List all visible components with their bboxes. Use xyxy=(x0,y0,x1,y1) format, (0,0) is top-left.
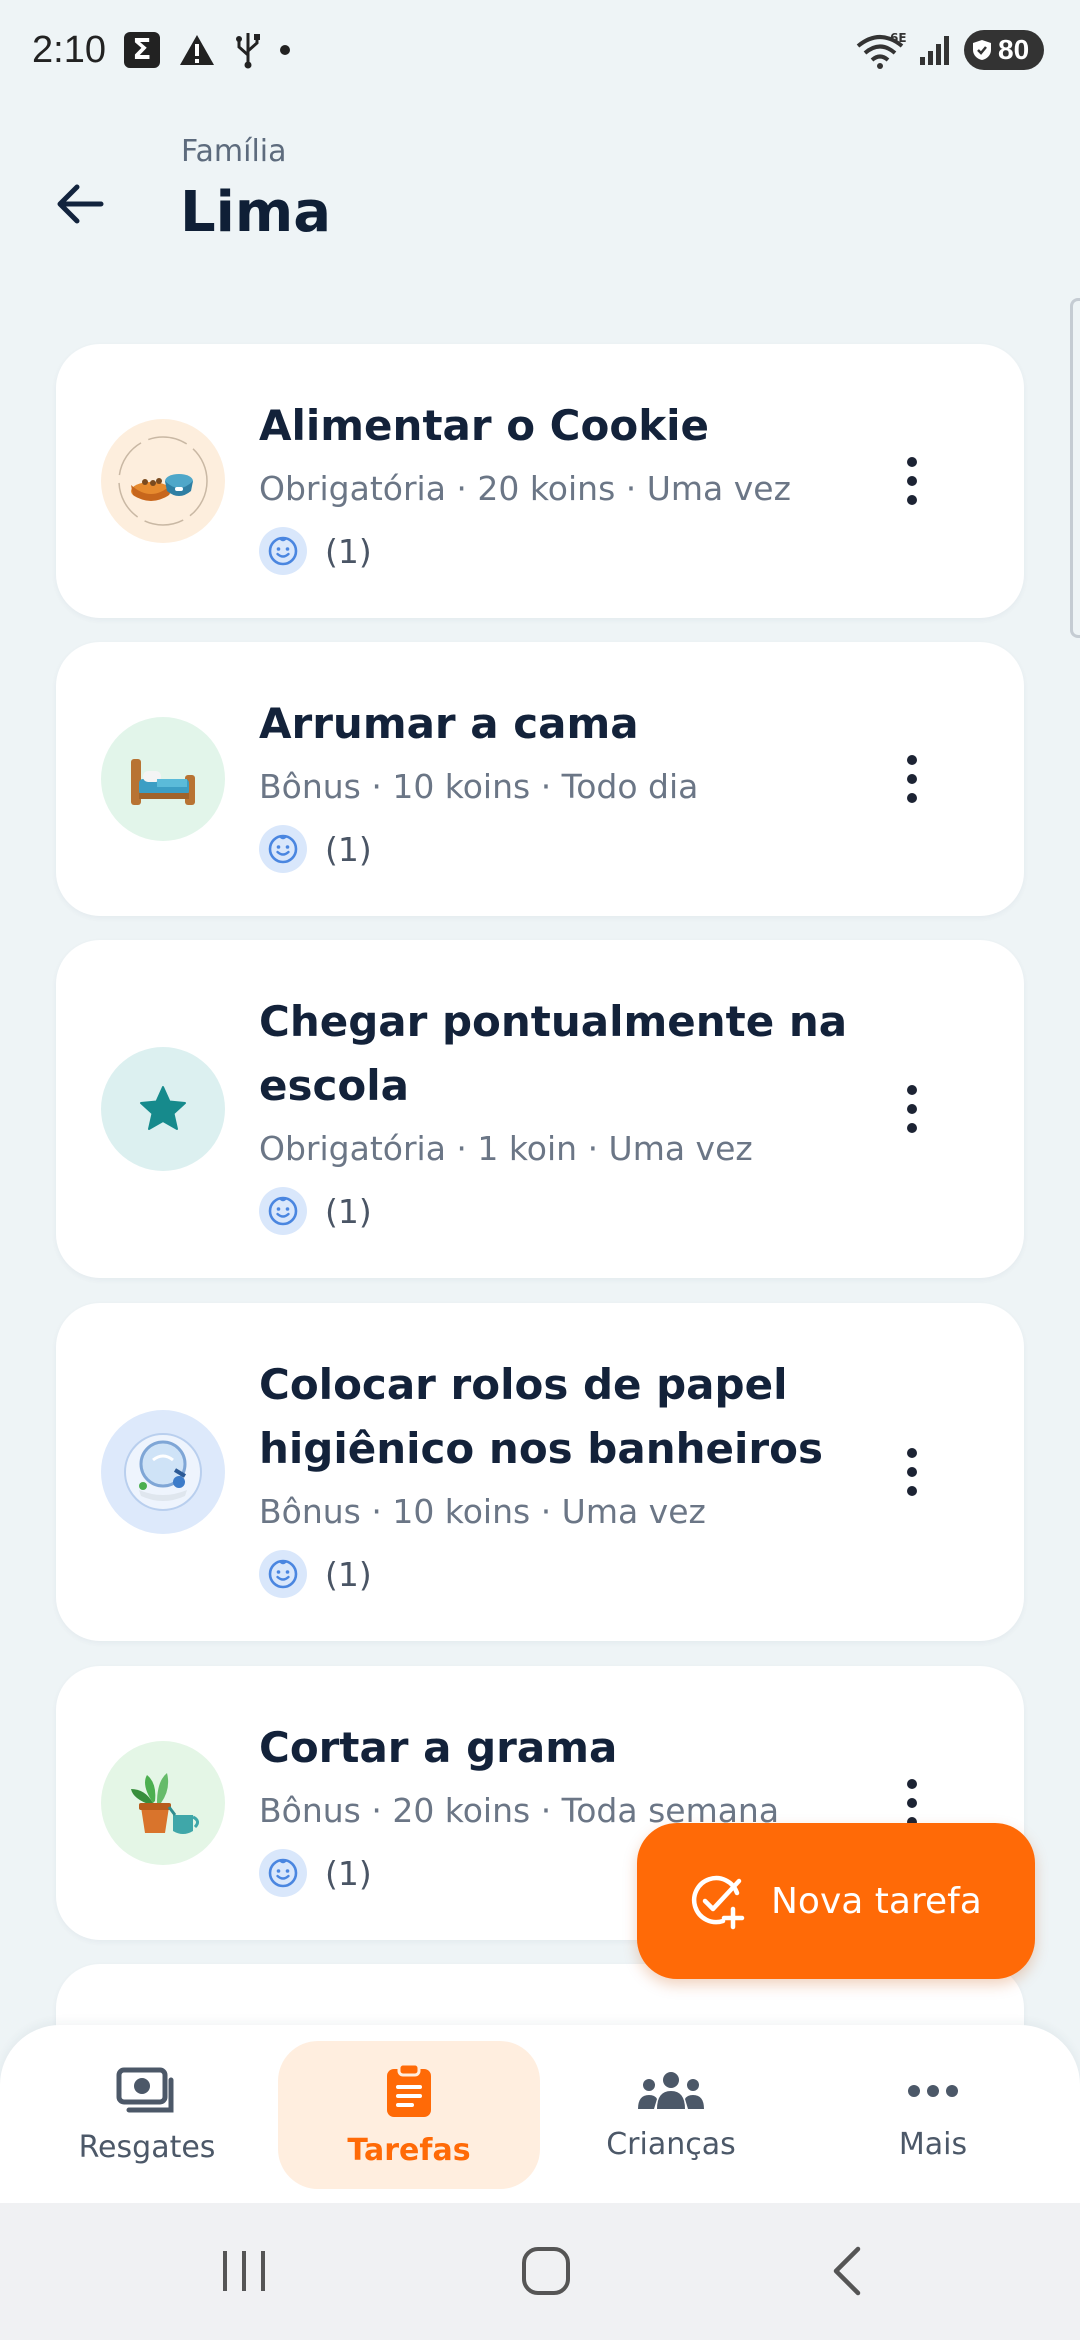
home-icon[interactable] xyxy=(506,2241,586,2301)
new-task-button[interactable]: Nova tarefa xyxy=(637,1823,1035,1979)
system-back-icon[interactable] xyxy=(808,2241,888,2301)
task-title: Alimentar o Cookie xyxy=(259,401,710,450)
task-meta: Obrigatória · 20 koins · Uma vez xyxy=(259,469,791,508)
task-title: Cortar a grama xyxy=(259,1723,618,1772)
star-icon xyxy=(101,1047,225,1171)
svg-text:6E: 6E xyxy=(890,31,907,45)
task-card[interactable]: Chegar pontualmente na escola Obrigatóri… xyxy=(56,940,1024,1278)
task-title: Arrumar a cama xyxy=(259,699,639,748)
children-count: (1) xyxy=(325,1853,372,1893)
page-header: Família Lima xyxy=(0,120,1080,280)
children-count: (1) xyxy=(325,1191,372,1231)
task-meta: Bônus · 10 koins · Todo dia xyxy=(259,767,699,806)
plant-icon xyxy=(101,1741,225,1865)
status-bar: 2:10 Σ 6E 80 xyxy=(0,0,1080,100)
battery-level: 80 xyxy=(998,34,1030,65)
battery-indicator: 80 xyxy=(964,30,1044,70)
recent-apps-icon[interactable] xyxy=(204,2241,284,2301)
shield-icon xyxy=(973,40,991,60)
nav-label: Tarefas xyxy=(347,2132,471,2168)
children-count: (1) xyxy=(325,1554,372,1594)
notification-dot-icon xyxy=(279,45,290,55)
nav-label: Mais xyxy=(898,2126,968,2162)
children-icon xyxy=(638,2071,704,2109)
more-vertical-icon[interactable] xyxy=(890,441,934,521)
nav-label: Crianças xyxy=(606,2126,736,2162)
task-meta: Obrigatória · 1 koin · Uma vez xyxy=(259,1129,753,1168)
bed-icon xyxy=(101,717,225,841)
back-button[interactable] xyxy=(40,164,120,244)
nav-item-mais[interactable]: Mais xyxy=(802,2041,1064,2189)
assigned-children: (1) xyxy=(259,520,879,582)
task-card[interactable]: Colocar rolos de papel higiênico nos ban… xyxy=(56,1303,1024,1641)
bathroom-icon xyxy=(101,1410,225,1534)
nav-item-resgates[interactable]: Resgates xyxy=(16,2041,278,2189)
child-face-icon xyxy=(259,825,307,873)
more-vertical-icon[interactable] xyxy=(890,739,934,819)
task-title: Chegar pontualmente na escola xyxy=(259,997,848,1110)
assigned-children: (1) xyxy=(259,818,879,880)
more-icon xyxy=(908,2084,958,2097)
wifi-icon: 6E xyxy=(854,30,908,70)
task-meta: Bônus · 10 koins · Uma vez xyxy=(259,1492,706,1531)
clipboard-icon xyxy=(387,2062,431,2117)
bottom-navigation: Resgates Tarefas Crianças Mais xyxy=(0,2025,1080,2203)
nav-item-tarefas[interactable]: Tarefas xyxy=(278,2041,540,2189)
signal-icon xyxy=(918,33,954,67)
nav-label: Resgates xyxy=(78,2129,216,2165)
child-face-icon xyxy=(259,1849,307,1897)
nav-item-criancas[interactable]: Crianças xyxy=(540,2041,802,2189)
task-card[interactable]: Alimentar o Cookie Obrigatória · 20 koin… xyxy=(56,344,1024,618)
pet-bowl-icon xyxy=(101,419,225,543)
sigma-app-icon: Σ xyxy=(123,32,160,68)
assigned-children: (1) xyxy=(259,1180,879,1242)
warning-icon xyxy=(178,33,216,67)
task-card[interactable]: Arrumar a cama Bônus · 10 koins · Todo d… xyxy=(56,642,1024,916)
family-label: Família xyxy=(181,134,287,169)
status-time: 2:10 xyxy=(32,28,106,71)
more-vertical-icon[interactable] xyxy=(890,1432,934,1512)
check-add-icon xyxy=(691,1875,745,1930)
rewards-icon xyxy=(116,2067,174,2112)
new-task-label: Nova tarefa xyxy=(771,1880,982,1922)
arrow-left-icon xyxy=(57,184,104,224)
children-count: (1) xyxy=(325,531,372,571)
more-vertical-icon[interactable] xyxy=(890,1069,934,1149)
child-face-icon xyxy=(259,1187,307,1235)
assigned-children: (1) xyxy=(259,1543,879,1605)
usb-icon xyxy=(234,31,262,69)
task-title: Colocar rolos de papel higiênico nos ban… xyxy=(259,1360,823,1473)
scroll-indicator[interactable] xyxy=(1070,298,1080,638)
page-title: Lima xyxy=(180,180,332,245)
child-face-icon xyxy=(259,527,307,575)
children-count: (1) xyxy=(325,829,372,869)
child-face-icon xyxy=(259,1550,307,1598)
system-navigation-bar xyxy=(0,2203,1080,2340)
